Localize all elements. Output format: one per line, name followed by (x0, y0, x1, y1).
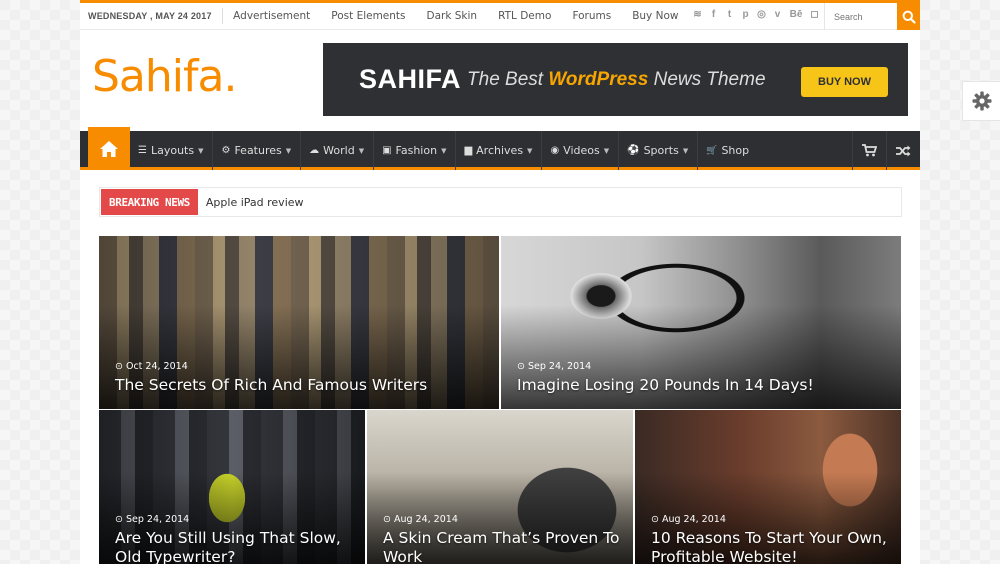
nav-cart-button[interactable] (852, 131, 886, 170)
nav-label: Features (234, 144, 282, 157)
nav-item-archives[interactable]: ▆ Archives ▼ (456, 131, 543, 170)
gear-icon (972, 91, 991, 111)
breaking-news-bar: BREAKING NEWS Apple iPad review (99, 187, 902, 217)
featured-post-1[interactable]: ⊙ Oct 24, 2014 The Secrets Of Rich And F… (99, 236, 499, 409)
nav-label: Fashion (395, 144, 438, 157)
twitter-icon[interactable]: t (724, 7, 735, 23)
top-link-advertisement[interactable]: Advertisement (223, 8, 321, 24)
cogs-icon: ⚙ (221, 145, 231, 156)
briefcase-icon: ▣ (382, 145, 392, 156)
post-date: ⊙ Oct 24, 2014 (115, 361, 188, 372)
top-link-post-elements[interactable]: Post Elements (321, 8, 416, 24)
nav-label: Archives (476, 144, 524, 157)
banner-buy-now-button[interactable]: BUY NOW (801, 67, 888, 97)
play-circle-icon: ◉ (550, 145, 560, 156)
nav-item-shop[interactable]: 🛒 Shop (698, 131, 758, 170)
breaking-news-label: BREAKING NEWS (101, 189, 198, 215)
post-title[interactable]: 10 Reasons To Start Your Own, Profitable… (651, 529, 896, 564)
nav-item-layouts[interactable]: ☰ Layouts ▼ (130, 131, 214, 170)
header-banner-ad[interactable]: SAHIFA The Best WordPress News Theme BUY… (323, 43, 908, 116)
facebook-icon[interactable]: f (708, 7, 719, 23)
soccer-ball-icon: ⚽ (627, 145, 640, 156)
home-icon (100, 140, 118, 157)
featured-post-2[interactable]: ⊙ Sep 24, 2014 Imagine Losing 20 Pounds … (501, 236, 901, 409)
banner-brand: SAHIFA (359, 64, 462, 94)
nav-item-sports[interactable]: ⚽ Sports ▼ (619, 131, 699, 170)
post-date: ⊙ Sep 24, 2014 (115, 514, 190, 525)
nav-label: Videos (563, 144, 600, 157)
nav-item-features[interactable]: ⚙ Features ▼ (213, 131, 302, 170)
vimeo-icon[interactable]: v (772, 7, 783, 23)
pinterest-icon[interactable]: p (740, 7, 751, 23)
top-link-dark-skin[interactable]: Dark Skin (416, 8, 488, 24)
style-switcher-button[interactable] (962, 81, 1000, 121)
nav-label: Sports (643, 144, 679, 157)
post-title[interactable]: Imagine Losing 20 Pounds In 14 Days! (517, 376, 814, 395)
featured-post-3[interactable]: ⊙ Sep 24, 2014 Are You Still Using That … (99, 410, 365, 564)
top-link-forums[interactable]: Forums (562, 8, 622, 24)
shuffle-icon (896, 145, 911, 156)
search-button[interactable] (897, 3, 920, 30)
nav-item-videos[interactable]: ◉ Videos ▼ (542, 131, 620, 170)
featured-post-4[interactable]: ⊙ Aug 24, 2014 A Skin Cream That’s Prove… (367, 410, 633, 564)
top-date: WEDNESDAY , MAY 24 2017 (80, 8, 223, 24)
top-links: Advertisement Post Elements Dark Skin RT… (223, 8, 689, 24)
top-link-rtl-demo[interactable]: RTL Demo (488, 8, 562, 24)
breaking-news-headline[interactable]: Apple iPad review (206, 196, 304, 209)
banner-tagline-pre: The Best (467, 68, 544, 90)
search-icon (902, 10, 916, 24)
search-box (824, 3, 920, 30)
behance-icon[interactable]: Bē (788, 7, 804, 23)
logo-text: Sahifa (92, 51, 224, 102)
nav-label: Shop (721, 144, 750, 157)
nav-right-buttons (852, 131, 920, 170)
caret-down-icon: ▼ (441, 146, 447, 155)
nav-label: Layouts (150, 144, 195, 157)
top-link-buy-now[interactable]: Buy Now (622, 8, 689, 24)
rss-icon[interactable]: ≋ (692, 7, 703, 23)
folder-icon: ▆ (464, 145, 473, 156)
post-title[interactable]: Are You Still Using That Slow, Old Typew… (115, 529, 355, 564)
banner-tagline-highlight: WordPress (548, 68, 649, 90)
caret-down-icon: ▼ (682, 146, 689, 155)
caret-down-icon: ▼ (198, 146, 204, 155)
main-nav: ☰ Layouts ▼ ⚙ Features ▼ ☁ World ▼ ▣ Fashion ▼ ▆… (80, 127, 920, 170)
post-title[interactable]: A Skin Cream That’s Proven To Work (383, 529, 623, 564)
post-date: ⊙ Aug 24, 2014 (383, 514, 458, 525)
page-wrapper: WEDNESDAY , MAY 24 2017 Advertisement Po… (80, 0, 920, 564)
nav-random-button[interactable] (886, 131, 920, 170)
banner-tagline: The Best WordPress News Theme (467, 69, 766, 91)
instagram-icon[interactable]: ◻ (809, 7, 820, 23)
nav-home-button[interactable] (88, 127, 130, 170)
logo-dot: . (223, 51, 237, 102)
post-date: ⊙ Sep 24, 2014 (517, 361, 592, 372)
post-title[interactable]: The Secrets Of Rich And Famous Writers (115, 376, 427, 395)
nav-items: ☰ Layouts ▼ ⚙ Features ▼ ☁ World ▼ ▣ Fashion ▼ ▆… (130, 131, 758, 170)
nav-item-world[interactable]: ☁ World ▼ (301, 131, 375, 170)
list-icon: ☰ (138, 145, 147, 156)
top-bar: WEDNESDAY , MAY 24 2017 Advertisement Po… (80, 0, 920, 30)
nav-label: World (323, 144, 355, 157)
featured-post-5[interactable]: ⊙ Aug 24, 2014 10 Reasons To Start Your … (635, 410, 901, 564)
nav-item-fashion[interactable]: ▣ Fashion ▼ (374, 131, 457, 170)
caret-down-icon: ▼ (285, 146, 292, 155)
social-icons: ≋ f t p ◎ v Bē ◻ (692, 7, 820, 23)
banner-tagline-post: News Theme (653, 68, 766, 90)
cloud-icon: ☁ (309, 145, 320, 156)
caret-down-icon: ▼ (603, 146, 610, 155)
post-date: ⊙ Aug 24, 2014 (651, 514, 726, 525)
site-logo[interactable]: Sahifa. (92, 51, 237, 102)
search-input[interactable] (825, 3, 897, 30)
cart-icon: 🛒 (706, 145, 718, 156)
caret-down-icon: ▼ (527, 146, 533, 155)
caret-down-icon: ▼ (358, 146, 365, 155)
dribbble-icon[interactable]: ◎ (756, 7, 767, 23)
shopping-cart-icon (862, 144, 877, 157)
